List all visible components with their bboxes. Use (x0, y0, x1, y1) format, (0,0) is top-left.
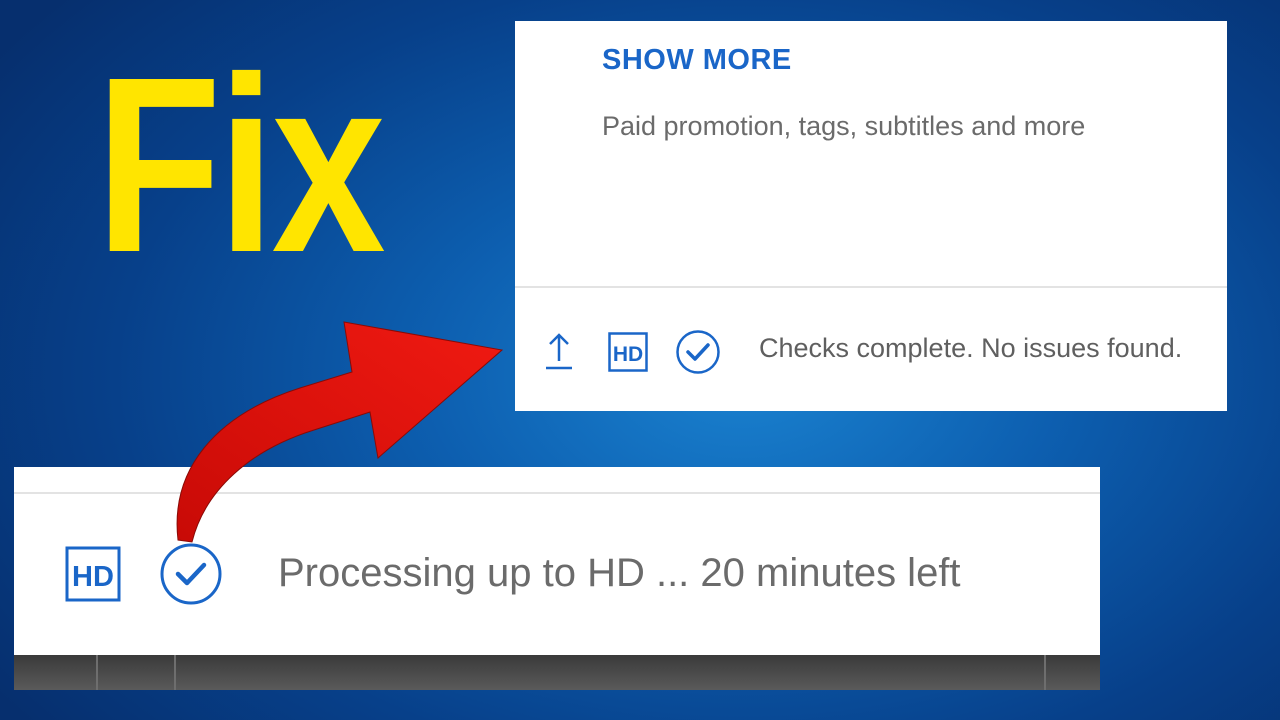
divider (14, 492, 1100, 494)
processing-status-text: Processing up to HD ... 20 minutes left (278, 551, 961, 595)
youtube-upload-details-panel: SHOW MORE Paid promotion, tags, subtitle… (515, 21, 1227, 411)
upload-icon[interactable] (543, 331, 575, 371)
footer-strip (14, 655, 1100, 690)
divider (96, 655, 98, 690)
hd-badge-label: HD (613, 343, 643, 366)
divider (174, 655, 176, 690)
hd-icon[interactable]: HD (608, 332, 648, 372)
check-circle-icon[interactable] (675, 329, 721, 375)
divider (1044, 655, 1046, 690)
hd-badge-label: HD (72, 561, 114, 593)
divider (515, 286, 1227, 288)
processing-status-panel: HD Processing up to HD ... 20 minutes le… (14, 467, 1100, 690)
show-more-subtitle: Paid promotion, tags, subtitles and more (602, 111, 1086, 141)
fix-headline: Fix (96, 25, 386, 304)
check-circle-icon[interactable] (159, 542, 223, 606)
show-more-button[interactable]: SHOW MORE (602, 44, 792, 77)
checks-status-text: Checks complete. No issues found. (759, 333, 1183, 363)
hd-icon[interactable]: HD (65, 546, 121, 602)
